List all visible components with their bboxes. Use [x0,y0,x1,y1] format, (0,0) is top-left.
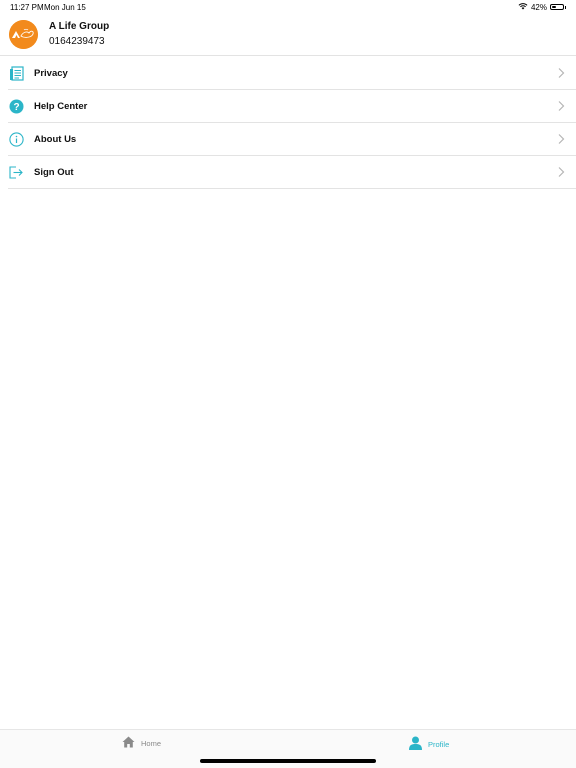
wifi-icon [518,2,528,12]
battery-percent: 42% [530,2,547,12]
avatar [9,20,38,49]
home-icon [122,736,135,750]
chevron-right-icon [558,68,565,78]
home-indicator [200,759,376,763]
menu-item-privacy[interactable]: Privacy [8,57,576,90]
menu-item-help-center[interactable]: ? Help Center [8,90,576,123]
battery-fill [552,6,556,8]
profile-icon [409,736,422,752]
status-bar: 11:27 PM Mon Jun 15 42% [0,0,576,14]
profile-name: A Life Group [49,21,110,32]
sign-out-icon [8,164,24,180]
battery-nub [565,5,566,9]
tab-home[interactable]: Home [122,736,161,750]
profile-header[interactable]: A Life Group 0164239473 [0,14,576,56]
profile-screen: 11:27 PM Mon Jun 15 42% A Life Group 016… [0,0,576,768]
tab-profile[interactable]: Profile [409,736,449,752]
menu-item-sign-out[interactable]: Sign Out [8,156,576,189]
menu-label-help-center: Help Center [34,100,88,112]
question-icon: ? [8,98,24,114]
status-date: Mon Jun 15 [44,3,86,12]
chevron-right-icon [558,167,565,177]
info-icon [8,131,24,147]
profile-phone: 0164239473 [49,36,105,47]
svg-text:?: ? [13,102,19,113]
settings-menu: Privacy ? Help Center About Us Sign Out [0,57,576,189]
menu-label-privacy: Privacy [34,67,68,79]
chevron-right-icon [558,134,565,144]
chevron-right-icon [558,101,565,111]
logo-icon [9,20,38,49]
menu-item-about-us[interactable]: About Us [8,123,576,156]
status-time: 11:27 PM [10,3,44,12]
document-icon [8,65,24,81]
tab-profile-label: Profile [428,739,450,749]
menu-label-about-us: About Us [34,133,77,145]
menu-label-sign-out: Sign Out [34,166,74,178]
status-indicators: 42% [518,2,566,12]
battery-icon [550,4,564,10]
tab-home-label: Home [141,738,162,748]
